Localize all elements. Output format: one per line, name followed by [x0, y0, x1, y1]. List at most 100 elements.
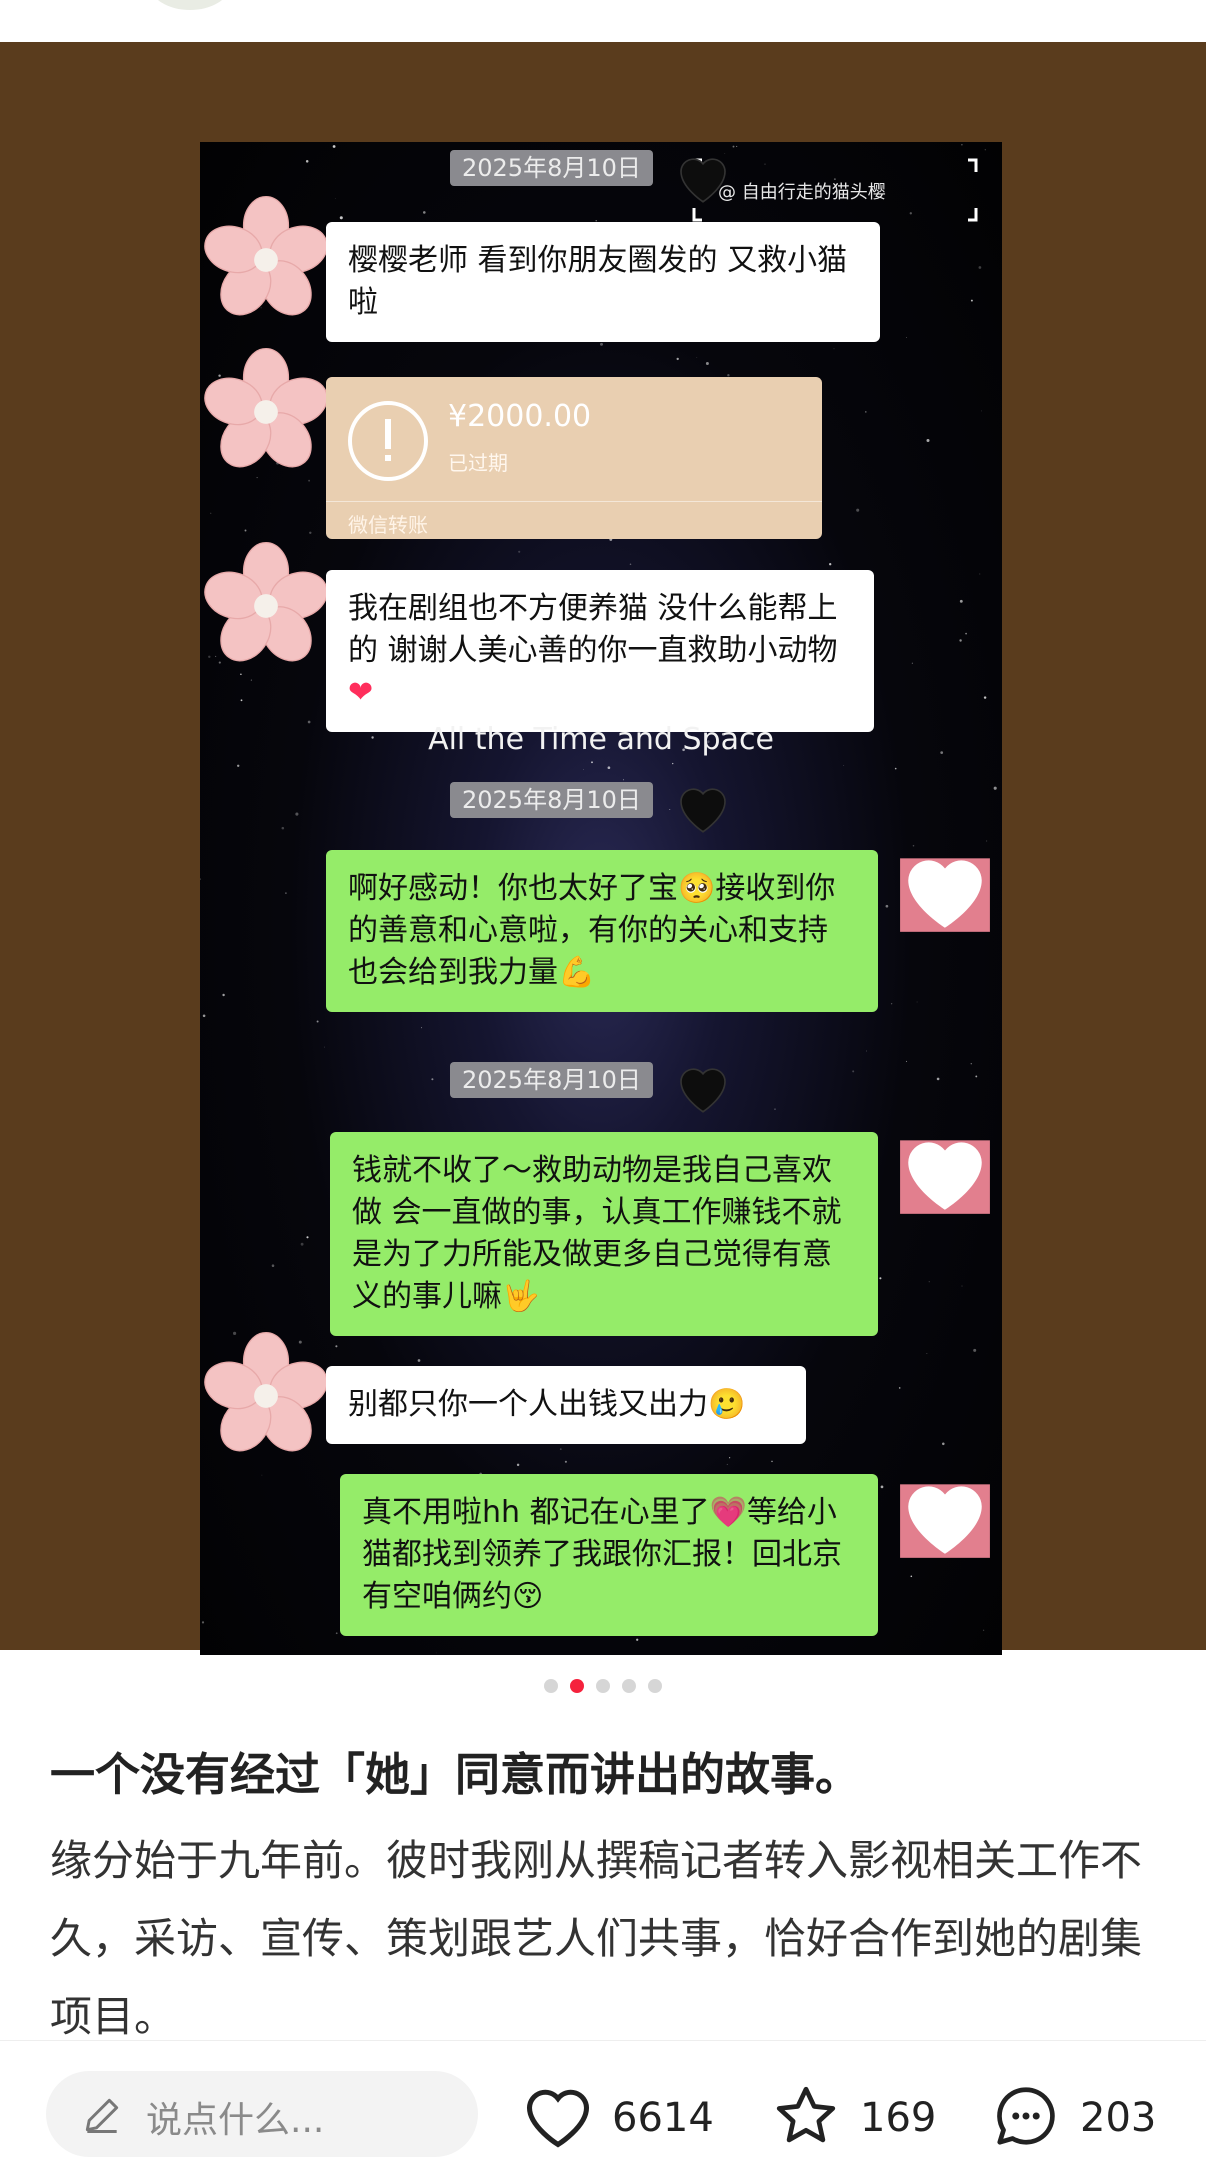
overlay-caption: All the Time and Space	[428, 722, 774, 757]
date-pill: 2025年8月10日	[450, 782, 653, 818]
star-dot	[335, 1632, 338, 1635]
star-dot	[936, 1077, 940, 1081]
star-dot	[305, 160, 309, 163]
white-heart-avatar-icon	[900, 1140, 990, 1214]
star-dot	[672, 762, 674, 765]
wechat-transfer-card[interactable]: ¥2000.00 已过期 微信转账	[326, 377, 822, 539]
date-pill: 2025年8月10日	[450, 150, 653, 186]
star-dot	[295, 812, 299, 816]
star-dot	[240, 699, 243, 702]
star-dot	[829, 563, 832, 566]
star-dot	[984, 149, 986, 151]
star-dot	[982, 1629, 985, 1631]
star-dot	[894, 767, 897, 770]
chat-bubble-received: 樱樱老师 看到你朋友圈发的 又救小猫啦	[326, 222, 880, 342]
carousel-dot[interactable]	[544, 1679, 558, 1693]
star-dot	[636, 1638, 639, 1641]
star-dot	[421, 1027, 423, 1029]
pleading-face-icon: 🥺	[678, 871, 716, 906]
heart-outline-icon	[526, 2089, 590, 2148]
star-dot	[324, 1046, 326, 1048]
star-dot	[583, 769, 584, 770]
star-dot	[926, 438, 930, 443]
star-dot	[993, 786, 997, 790]
star-dot	[281, 826, 285, 830]
star-dot	[417, 1359, 421, 1362]
comment-input[interactable]: 说点什么...	[46, 2071, 478, 2157]
black-heart-icon	[680, 788, 726, 833]
star-dot	[334, 198, 336, 200]
star-dot	[880, 1485, 884, 1489]
star-dot	[726, 1463, 728, 1465]
star-dot	[983, 696, 987, 699]
star-dot	[431, 1078, 434, 1081]
star-dot	[959, 639, 962, 642]
transfer-amount: ¥2000.00	[448, 399, 592, 434]
star-dot	[970, 299, 973, 302]
star-dot	[629, 563, 632, 565]
flower-avatar-icon	[204, 347, 328, 468]
star-dot	[890, 1003, 893, 1005]
star-dot	[237, 764, 240, 767]
star-dot	[910, 1575, 913, 1578]
carousel-dot[interactable]	[596, 1679, 610, 1693]
star-dot	[309, 531, 312, 534]
chat-bubble-sent: 钱就不收了～救助动物是我自己喜欢做 会一直做的事，认真工作赚钱不就是为了力所能及…	[330, 1132, 878, 1336]
star-dot	[518, 550, 521, 553]
chat-bubble-sent: 啊好感动！你也太好了宝🥺接收到你的善意和心意啦，有你的关心和支持也会给到我力量💪	[326, 850, 878, 1012]
carousel-dot[interactable]	[622, 1679, 636, 1693]
love-you-gesture-icon: 🤟	[502, 1279, 540, 1314]
message-text: 真不用啦hh 都记在心里了	[362, 1495, 710, 1530]
star-dot	[250, 679, 252, 681]
date-pill: 2025年8月10日	[450, 1062, 653, 1098]
like-count: 6614	[612, 2095, 714, 2141]
star-dot	[774, 1108, 776, 1110]
white-heart-avatar-icon	[900, 858, 990, 932]
star-dot	[906, 1060, 907, 1062]
star-dot	[623, 779, 625, 781]
message-text: 我在剧组也不方便养猫 没什么能帮上的 谢谢人美心善的你一直救助小动物	[348, 591, 838, 668]
star-dot	[843, 765, 845, 766]
star-dot	[978, 266, 982, 269]
favorite-button[interactable]: 169	[768, 2081, 948, 2151]
star-dot	[200, 878, 201, 880]
comment-button[interactable]: 203	[988, 2081, 1168, 2151]
star-dot	[300, 1242, 304, 1246]
star-dot	[564, 1460, 567, 1463]
star-dot	[906, 337, 907, 338]
star-dot	[607, 766, 611, 770]
star-dot	[979, 573, 981, 575]
message-text: 别都只你一个人出钱又出力	[348, 1387, 708, 1422]
star-dot	[705, 362, 709, 365]
watermark-text: @ 自由行走的猫头樱	[718, 182, 886, 203]
star-dot	[271, 1264, 275, 1267]
star-dot	[865, 1050, 867, 1052]
star-dot	[898, 1387, 901, 1389]
star-dot	[973, 1348, 977, 1352]
transfer-status: 已过期	[448, 451, 508, 475]
carousel-dot-active[interactable]	[570, 1679, 584, 1693]
author-avatar[interactable]	[150, 0, 230, 10]
star-dot	[591, 761, 593, 764]
star-dot	[856, 508, 860, 512]
star-outline-icon	[776, 2086, 836, 2143]
flexed-biceps-icon: 💪	[558, 955, 596, 990]
star-dot	[435, 1652, 437, 1654]
star-dot	[240, 673, 242, 676]
message-text: 钱就不收了～救助动物是我自己喜欢做 会一直做的事，认真工作赚钱不就是为了力所能及…	[352, 1153, 842, 1314]
transfer-kind: 微信转账	[348, 513, 428, 537]
black-heart-icon	[680, 1068, 726, 1113]
star-dot	[959, 599, 963, 603]
star-dot	[244, 529, 247, 532]
carousel-indicator[interactable]	[0, 1678, 1206, 1697]
star-dot	[961, 144, 963, 146]
star-dot	[942, 1442, 945, 1446]
star-dot	[308, 479, 310, 482]
chat-bubble-sent: 真不用啦hh 都记在心里了💗等给小猫都找到领养了我跟你汇报！回北京有空咱俩约😚	[340, 1474, 878, 1636]
like-button[interactable]: 6614	[520, 2081, 720, 2151]
post-image[interactable]: @ 自由行走的猫头樱 2025年8月10日 樱樱老师 看到你朋友圈发的 又救小猫…	[0, 42, 1206, 1655]
star-dot	[696, 357, 698, 359]
carousel-dot[interactable]	[648, 1679, 662, 1693]
star-dot	[879, 1277, 882, 1280]
comment-count: 203	[1080, 2095, 1157, 2141]
